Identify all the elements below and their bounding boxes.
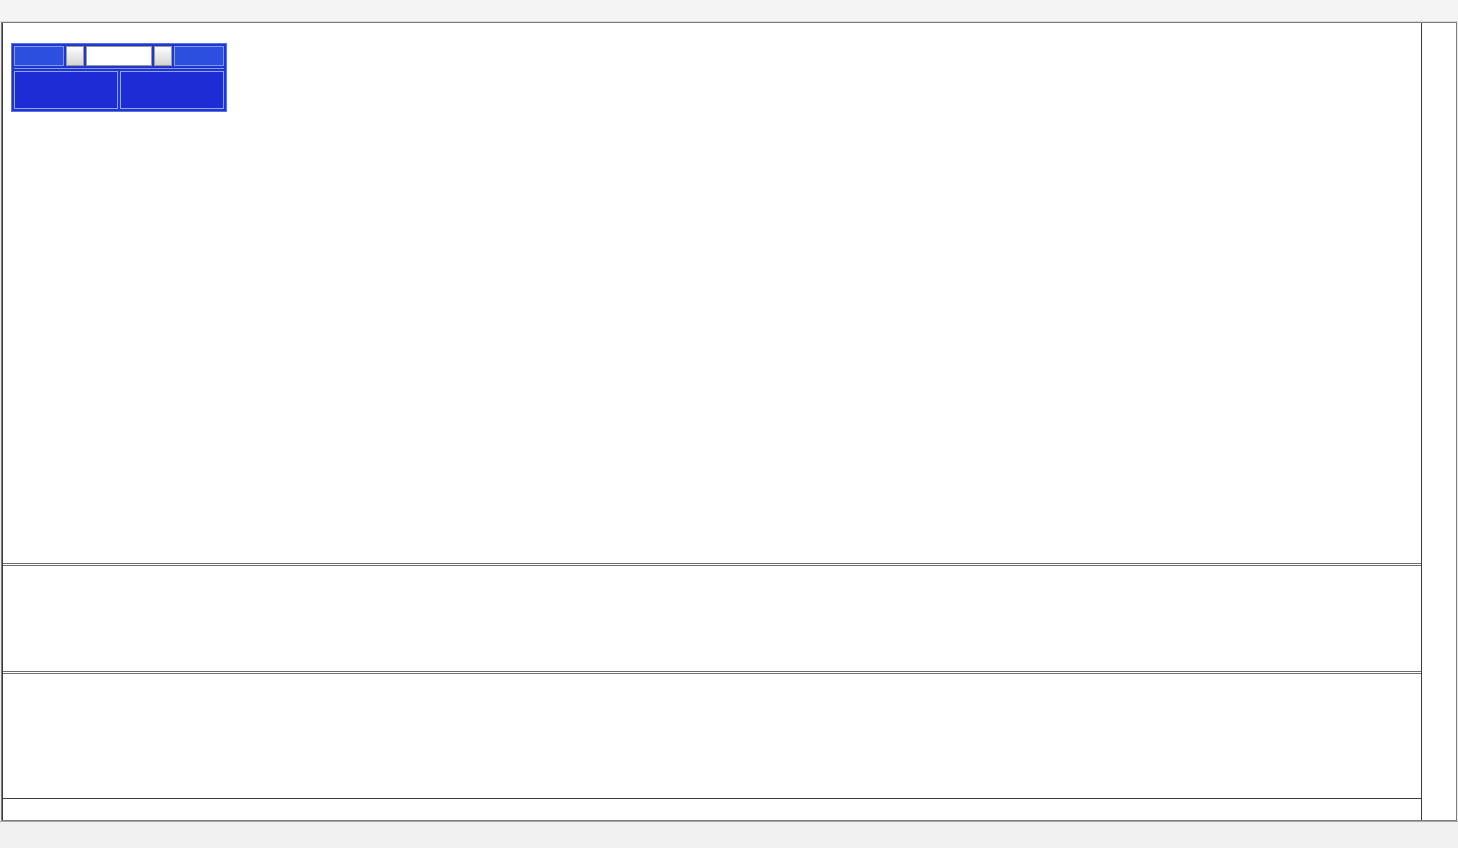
date-axis xyxy=(3,798,1422,820)
volume-input[interactable] xyxy=(86,46,152,66)
chart-title xyxy=(11,26,21,38)
one-click-trading-panel xyxy=(11,43,227,112)
mt4-window xyxy=(0,0,1458,848)
sell-price-box[interactable] xyxy=(14,71,118,109)
timeframe-toolbar xyxy=(0,0,1458,22)
chart-plot-area[interactable] xyxy=(2,23,1422,820)
buy-price-box[interactable] xyxy=(120,71,224,109)
macd-indicator-pane[interactable] xyxy=(3,566,1421,671)
volume-increase-button[interactable] xyxy=(154,46,172,66)
sell-button[interactable] xyxy=(14,46,64,66)
chart-window xyxy=(1,22,1457,821)
macd-chart[interactable] xyxy=(3,566,1421,671)
rsi-indicator-pane[interactable] xyxy=(3,674,1421,798)
price-axis xyxy=(1421,23,1456,820)
volume-decrease-button[interactable] xyxy=(66,46,84,66)
symbol-tab-bar xyxy=(0,821,1458,845)
main-price-pane[interactable] xyxy=(3,23,1421,563)
buy-button[interactable] xyxy=(174,46,224,66)
rsi-chart[interactable] xyxy=(3,674,1421,798)
